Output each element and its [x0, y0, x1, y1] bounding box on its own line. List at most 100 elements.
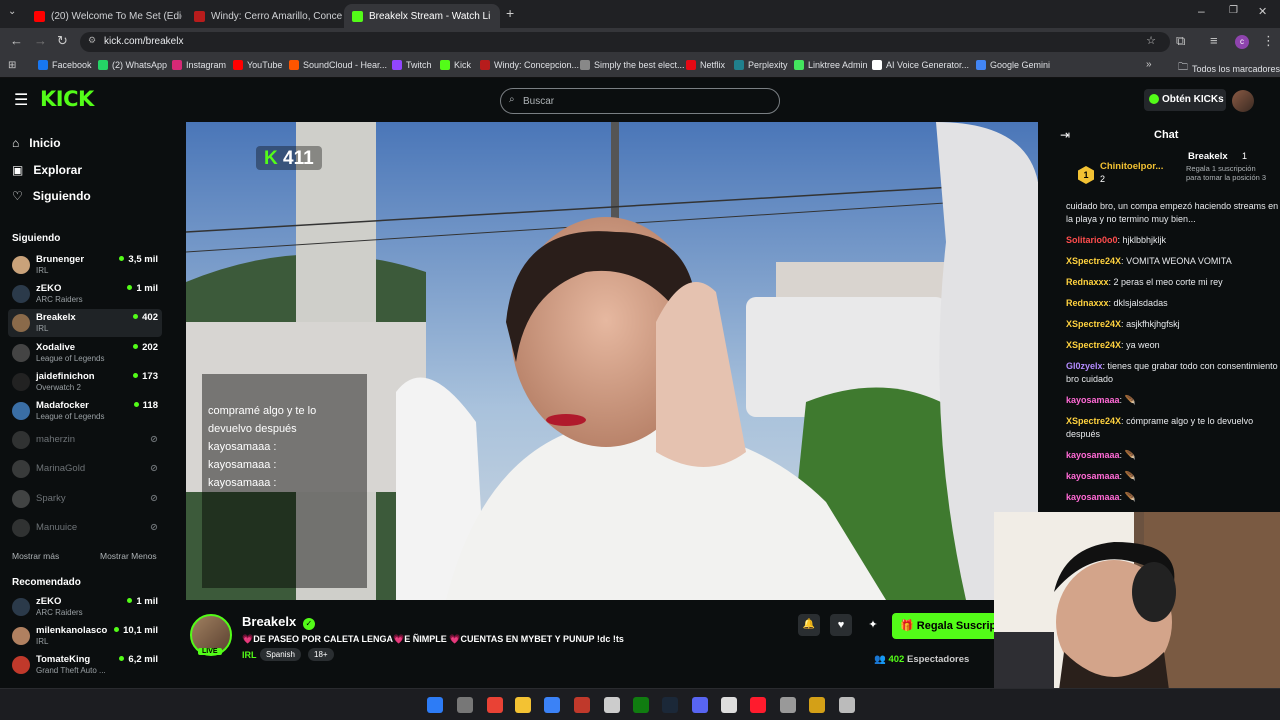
app-icon[interactable]: [721, 697, 737, 713]
bookmark-item[interactable]: Google Gemini: [976, 60, 1050, 70]
sparkle-icon[interactable]: ✦: [862, 614, 884, 636]
extensions-icon[interactable]: ⧉: [1176, 33, 1185, 49]
forward-icon[interactable]: →: [34, 33, 47, 48]
stream-category-link[interactable]: IRL: [242, 650, 257, 660]
bookmark-item[interactable]: Twitch: [392, 60, 432, 70]
nav-home[interactable]: ⌂ Inicio: [12, 136, 61, 150]
sidebar-channel-manuuice[interactable]: Manuuice ⊘: [8, 514, 162, 542]
bookmark-item[interactable]: SoundCloud - Hear...: [289, 60, 387, 70]
bookmark-item[interactable]: AI Voice Generator...: [872, 60, 969, 70]
video-player[interactable]: K 411 compramé algo y te lo devuelvo des…: [186, 122, 1038, 600]
url-input[interactable]: ⚙ kick.com/breakelx ☆: [80, 32, 1170, 52]
channel-name[interactable]: Breakelx: [242, 614, 296, 629]
recommended-channel-milenkanolasco[interactable]: milenkanolasco IRL 10,1 mil: [8, 622, 162, 650]
kick-logo[interactable]: KICK: [40, 87, 94, 111]
minimize-icon[interactable]: –: [1198, 4, 1205, 18]
bookmark-item[interactable]: Netflix: [686, 60, 725, 70]
user-avatar[interactable]: [1232, 90, 1254, 112]
chat-username[interactable]: kayosamaaa: [1066, 492, 1120, 502]
bookmark-star-icon[interactable]: ☆: [1146, 34, 1156, 47]
chat-username[interactable]: XSpectre24X: [1066, 256, 1121, 266]
sidebar-channel-zeko[interactable]: zEKO ARC Raiders 1 mil: [8, 280, 162, 308]
back-icon[interactable]: ←: [10, 33, 23, 48]
search-input[interactable]: ⌕ Buscar: [500, 88, 780, 114]
app-icon[interactable]: [839, 697, 855, 713]
nav-explore[interactable]: ▣ Explorar: [12, 163, 82, 177]
apps-grid-icon[interactable]: ⊞: [8, 60, 16, 71]
sidebar-channel-marinagold[interactable]: MarinaGold ⊘: [8, 455, 162, 483]
restore-icon[interactable]: ❐: [1229, 5, 1238, 16]
chat-username[interactable]: kayosamaaa: [1066, 450, 1120, 460]
site-info-icon[interactable]: ⚙: [88, 35, 96, 46]
collapse-chat-icon[interactable]: ⇥: [1060, 128, 1070, 142]
top-gifter-name[interactable]: Chinitoelpor...: [1100, 161, 1163, 172]
bookmark-item[interactable]: Windy: Concepcion...: [480, 60, 579, 70]
all-bookmarks-folder[interactable]: 🗀 Todos los marcadores: [1178, 60, 1280, 77]
browser-tab-2[interactable]: Windy: Cerro Amarillo, Concep ✕: [186, 4, 342, 28]
show-less-link[interactable]: Mostrar Menos: [100, 551, 157, 561]
windows-start-icon[interactable]: [427, 697, 443, 713]
tag-language[interactable]: Spanish: [260, 648, 301, 661]
sidebar-channel-madafocker[interactable]: Madafocker League of Legends 118: [8, 397, 162, 425]
pinned-gifts: 1 Chinitoelpor... 2 Breakelx 1 Regala 1 …: [1054, 151, 1274, 198]
file-explorer-icon[interactable]: [515, 697, 531, 713]
notification-bell-icon[interactable]: 🔔: [798, 614, 820, 636]
sidebar-channel-brunenger[interactable]: Brunenger IRL 3,5 mil: [8, 251, 162, 279]
follow-heart-icon[interactable]: ♥: [830, 614, 852, 636]
recommended-channel-tomateking[interactable]: TomateKing Grand Theft Auto ... 6,2 mil: [8, 651, 162, 679]
app-icon[interactable]: [574, 697, 590, 713]
app-icon[interactable]: [604, 697, 620, 713]
reload-icon[interactable]: ↻: [57, 33, 68, 49]
window-close-icon[interactable]: ✕: [1258, 5, 1267, 18]
more-bookmarks-icon[interactable]: »: [1146, 59, 1152, 70]
hamburger-menu-icon[interactable]: ☰: [14, 90, 28, 110]
chat-username[interactable]: Solitario0o0: [1066, 235, 1118, 245]
media-control-icon[interactable]: ≡: [1210, 33, 1218, 48]
chat-username[interactable]: Gl0zyelx: [1066, 361, 1103, 371]
sidebar-channel-xodalive[interactable]: Xodalive League of Legends 202: [8, 339, 162, 367]
chat-username[interactable]: Rednaxxx: [1066, 277, 1109, 287]
chat-title: Chat: [1154, 129, 1179, 141]
bookmark-favicon-icon: [580, 60, 590, 70]
bookmark-item[interactable]: Facebook: [38, 60, 92, 70]
tag-age[interactable]: 18+: [308, 648, 334, 661]
browser-tab-3-active[interactable]: Breakelx Stream - Watch Li 🔊 ✕: [344, 4, 500, 28]
bookmark-item[interactable]: Perplexity: [734, 60, 788, 70]
nav-following[interactable]: ♡ Siguiendo: [12, 189, 91, 203]
task-view-icon[interactable]: [457, 697, 473, 713]
get-kicks-button[interactable]: Obtén KICKs: [1144, 89, 1226, 111]
sidebar-channel-breakelx[interactable]: Breakelx IRL 402: [8, 309, 162, 338]
opera-icon[interactable]: [750, 697, 766, 713]
discord-icon[interactable]: [692, 697, 708, 713]
chat-username[interactable]: Rednaxxx: [1066, 298, 1109, 308]
gift-sub-button[interactable]: 🎁 Regala Suscrip: [892, 613, 994, 639]
chat-username[interactable]: kayosamaaa: [1066, 471, 1120, 481]
sidebar-channel-maherzin[interactable]: maherzin ⊘: [8, 426, 162, 454]
chrome-icon[interactable]: [487, 697, 503, 713]
sidebar-channel-sparky[interactable]: Sparky ⊘: [8, 485, 162, 513]
chat-username[interactable]: XSpectre24X: [1066, 340, 1121, 350]
xbox-icon[interactable]: [633, 697, 649, 713]
chat-username[interactable]: kayosamaaa: [1066, 395, 1120, 405]
recommended-channel-zeko[interactable]: zEKO ARC Raiders 1 mil: [8, 593, 162, 621]
chat-username[interactable]: XSpectre24X: [1066, 319, 1121, 329]
sidebar-channel-jaidefinichon[interactable]: jaidefinichon Overwatch 2 173: [8, 368, 162, 396]
bookmark-item[interactable]: Simply the best elect...: [580, 60, 685, 70]
app-icon[interactable]: [780, 697, 796, 713]
menu-icon[interactable]: ⋮: [1262, 33, 1275, 49]
bookmark-item[interactable]: Kick: [440, 60, 471, 70]
tab-search-icon[interactable]: ⌄: [8, 6, 16, 17]
profile-avatar[interactable]: c: [1235, 35, 1249, 49]
new-tab-icon[interactable]: +: [506, 5, 514, 21]
bookmark-item[interactable]: Instagram: [172, 60, 226, 70]
bookmark-item[interactable]: Linktree Admin: [794, 60, 868, 70]
chat-username[interactable]: XSpectre24X: [1066, 416, 1121, 426]
bookmark-item[interactable]: YouTube: [233, 60, 282, 70]
app-icon[interactable]: [544, 697, 560, 713]
browser-tab-1[interactable]: (20) Welcome To Me Set (Edicio ✕: [26, 4, 182, 28]
show-more-link[interactable]: Mostrar más: [12, 551, 59, 561]
app-icon[interactable]: [809, 697, 825, 713]
pinned-top-name[interactable]: Breakelx: [1188, 151, 1228, 162]
bookmark-item[interactable]: (2) WhatsApp: [98, 60, 167, 70]
steam-icon[interactable]: [662, 697, 678, 713]
